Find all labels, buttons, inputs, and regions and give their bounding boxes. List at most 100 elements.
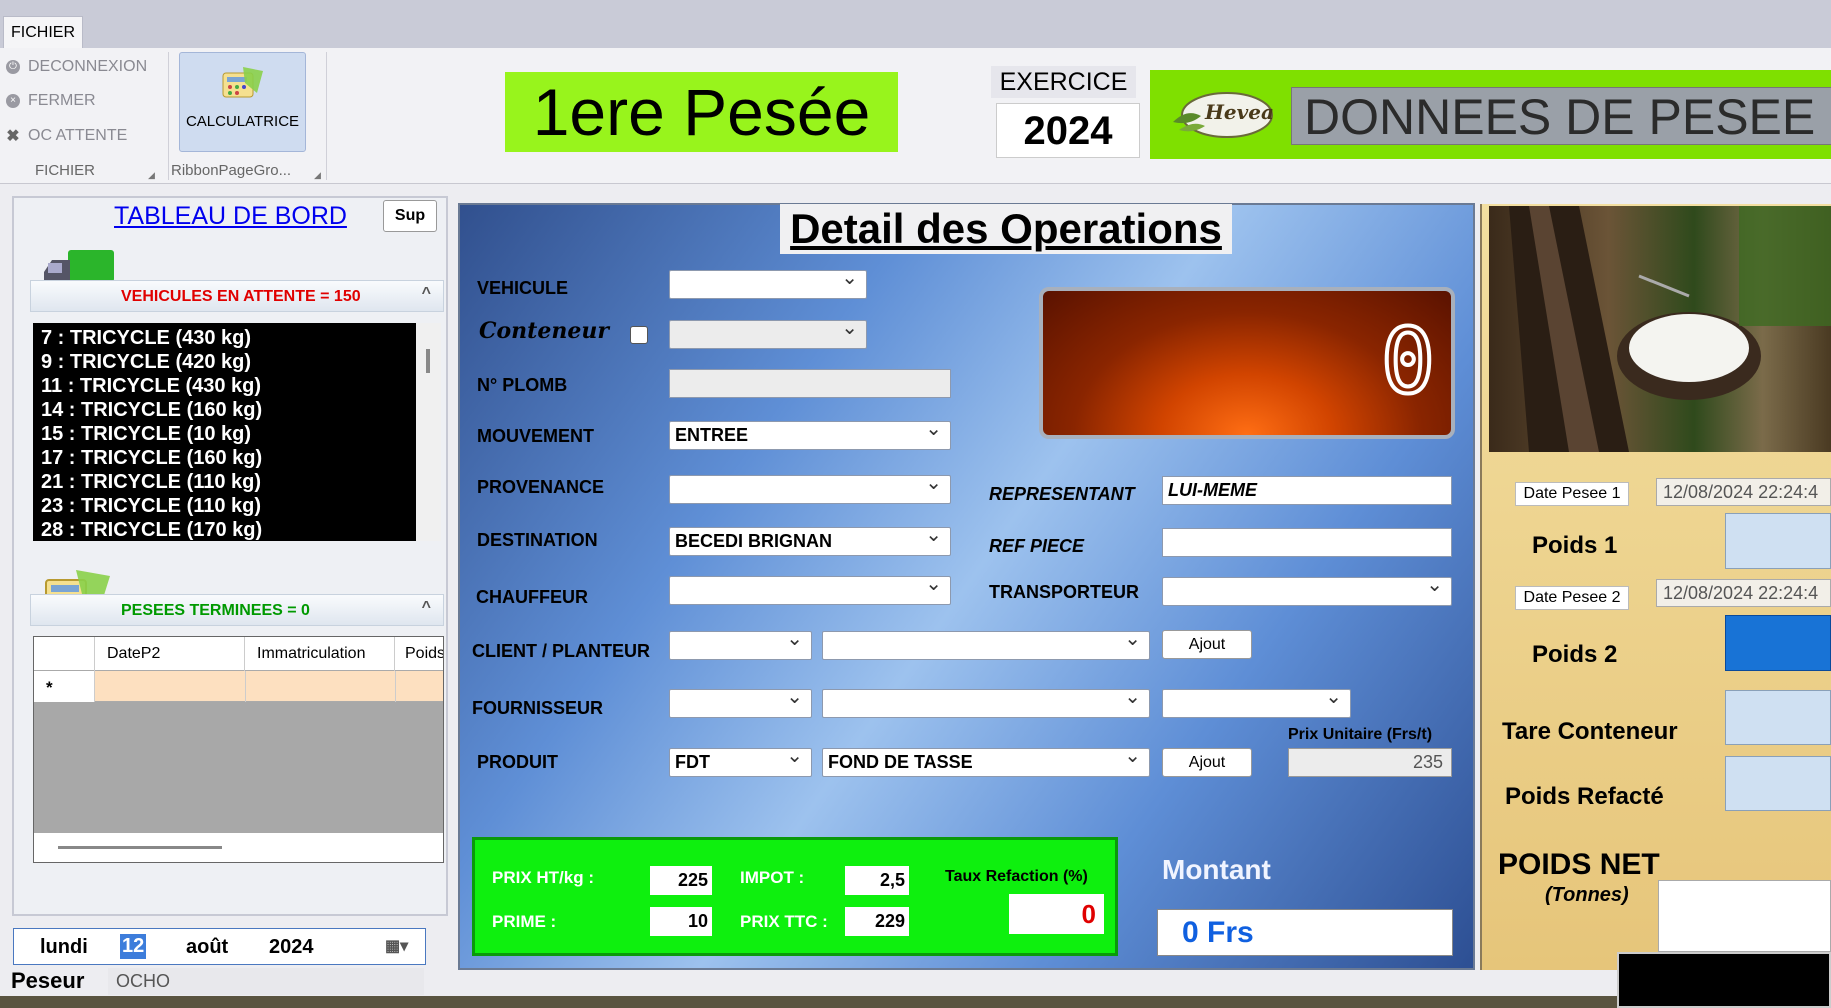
exercice-label: EXERCICE: [991, 66, 1136, 98]
poids2-value[interactable]: [1725, 615, 1831, 671]
tableau-de-bord-link[interactable]: TABLEAU DE BORD: [114, 202, 347, 231]
poids-refacte-value: [1725, 756, 1831, 811]
calculator-icon: [222, 67, 263, 98]
hevea-logo: Hevea: [1165, 86, 1277, 144]
vehicules-list[interactable]: 7 : TRICYCLE (430 kg) 9 : TRICYCLE (420 …: [33, 323, 416, 541]
client-name-select[interactable]: [822, 626, 1150, 660]
menu-oc-attente[interactable]: ✖ OC ATTENTE: [6, 126, 127, 146]
list-item[interactable]: 17 : TRICYCLE (160 kg): [41, 446, 408, 470]
list-item[interactable]: 23 : TRICYCLE (110 kg): [41, 494, 408, 518]
table-row[interactable]: *: [34, 671, 443, 702]
menu-label: FERMER: [28, 92, 96, 109]
ribbon-separator: [168, 52, 169, 180]
prix-unitaire-label: Prix Unitaire (Frs/t): [1288, 726, 1433, 743]
poids1-label: Poids 1: [1532, 532, 1618, 559]
collapse-icon[interactable]: ^: [422, 599, 431, 617]
grid-col-poids[interactable]: Poids: [395, 637, 443, 671]
prix-ht-value[interactable]: 225: [650, 866, 712, 895]
provenance-select[interactable]: [669, 470, 951, 504]
vehicules-scrollbar[interactable]: [416, 323, 441, 541]
ref-piece-label: REF PIECE: [989, 536, 1085, 556]
date-picker[interactable]: lundi 12 août 2024 ▦▾: [13, 928, 426, 965]
fournisseur-code-select[interactable]: [669, 684, 812, 718]
new-row-marker: *: [34, 671, 95, 702]
vehicules-section-header[interactable]: VEHICULES EN ATTENTE = 150 ^: [30, 280, 444, 312]
poids2-label: Poids 2: [1532, 641, 1618, 668]
tare-conteneur-value: [1725, 690, 1831, 745]
ttc-label: PRIX TTC :: [740, 912, 828, 931]
list-item[interactable]: 21 : TRICYCLE (110 kg): [41, 470, 408, 494]
list-item[interactable]: 11 : TRICYCLE (430 kg): [41, 374, 408, 398]
date-pesee2-label: Date Pesee 2: [1515, 586, 1629, 610]
ttc-value[interactable]: 229: [845, 907, 909, 936]
logout-icon: ⏻: [6, 60, 20, 74]
plomb-input[interactable]: [669, 369, 951, 398]
ribbon-tabbar: [0, 0, 1831, 48]
prix-unitaire-value: 235: [1288, 748, 1452, 777]
plomb-label: N° PLOMB: [477, 375, 568, 395]
x-icon: ✖: [6, 128, 20, 145]
poids-refacte-label: Poids Refacté: [1505, 783, 1664, 810]
produit-ajout-button[interactable]: Ajout: [1162, 748, 1252, 777]
menu-label: OC ATTENTE: [28, 127, 128, 144]
calculatrice-button[interactable]: CALCULATRICE: [179, 52, 306, 152]
list-item[interactable]: 9 : TRICYCLE (420 kg): [41, 350, 408, 374]
fournisseur-extra-select[interactable]: [1162, 684, 1351, 718]
impot-label: IMPOT :: [740, 868, 805, 887]
bottom-status-strip: [0, 996, 1617, 1008]
produit-name-select[interactable]: FOND DE TASSE: [822, 743, 1150, 777]
cal-month: août: [186, 936, 229, 958]
client-code-select[interactable]: [669, 626, 812, 660]
collapse-icon[interactable]: ^: [422, 285, 431, 303]
pesee-title: 1ere Pesée: [505, 72, 898, 152]
pesees-grid[interactable]: DateP2 Immatriculation Poids *: [33, 636, 444, 863]
chauffeur-select[interactable]: [669, 571, 951, 605]
weight-display-value: 0: [1379, 309, 1437, 414]
group-launcher-icon[interactable]: ◢: [314, 170, 321, 181]
tab-fichier[interactable]: FICHIER: [3, 16, 83, 49]
prime-value[interactable]: 10: [650, 907, 712, 936]
client-ajout-button[interactable]: Ajout: [1162, 630, 1252, 659]
detail-operations-title: Detail des Operations: [780, 204, 1232, 254]
weight-display: 0: [1039, 287, 1455, 439]
menu-fermer[interactable]: × FERMER: [6, 92, 96, 110]
poids1-value: [1725, 513, 1831, 569]
calendar-dropdown-icon[interactable]: ▦▾: [385, 936, 408, 956]
poids-net-label: POIDS NET: [1498, 848, 1660, 881]
pesees-section-header[interactable]: PESEES TERMINEES = 0 ^: [30, 594, 444, 626]
vehicule-label: VEHICULE: [477, 278, 569, 298]
list-item[interactable]: 28 : TRICYCLE (170 kg): [41, 518, 408, 542]
sup-button[interactable]: Sup: [383, 200, 437, 232]
vehicule-select[interactable]: [669, 265, 867, 299]
transporteur-select[interactable]: [1162, 572, 1452, 606]
cal-day: lundi: [40, 936, 88, 958]
representant-input[interactable]: LUI-MEME: [1162, 476, 1452, 505]
produit-code-select[interactable]: FDT: [669, 743, 812, 777]
impot-value[interactable]: 2,5: [845, 866, 909, 895]
conteneur-select[interactable]: [669, 315, 867, 349]
conteneur-checkbox[interactable]: [630, 326, 648, 344]
refaction-input[interactable]: 0: [1009, 894, 1104, 934]
grid-hscrollbar[interactable]: [34, 833, 443, 862]
list-item[interactable]: 7 : TRICYCLE (430 kg): [41, 326, 408, 350]
cal-date[interactable]: 12: [120, 934, 147, 959]
ref-piece-input[interactable]: [1162, 528, 1452, 557]
grid-col-datep2[interactable]: DateP2: [95, 637, 245, 671]
destination-value: BECEDI BRIGNAN: [675, 531, 833, 551]
fournisseur-name-select[interactable]: [822, 684, 1150, 718]
tonnes-label: (Tonnes): [1545, 884, 1629, 906]
group-launcher-icon[interactable]: ◢: [148, 170, 155, 181]
destination-select[interactable]: BECEDI BRIGNAN: [669, 522, 951, 556]
tare-conteneur-label: Tare Conteneur: [1502, 718, 1678, 745]
menu-deconnexion[interactable]: ⏻ DECONNEXION: [6, 58, 147, 76]
prime-label: PRIME :: [492, 912, 557, 931]
prix-panel: PRIX HT/kg : 225 IMPOT : 2,5 Taux Refact…: [472, 837, 1118, 956]
grid-col-immatriculation[interactable]: Immatriculation: [245, 637, 395, 671]
list-item[interactable]: 14 : TRICYCLE (160 kg): [41, 398, 408, 422]
date-pesee1-value: 12/08/2024 22:24:4: [1656, 478, 1831, 506]
mouvement-value: ENTREE: [675, 425, 749, 445]
mouvement-select[interactable]: ENTREE: [669, 416, 951, 450]
list-item[interactable]: 15 : TRICYCLE (10 kg): [41, 422, 408, 446]
montant-label: Montant: [1162, 854, 1271, 885]
group-label-fichier: FICHIER: [35, 162, 95, 179]
